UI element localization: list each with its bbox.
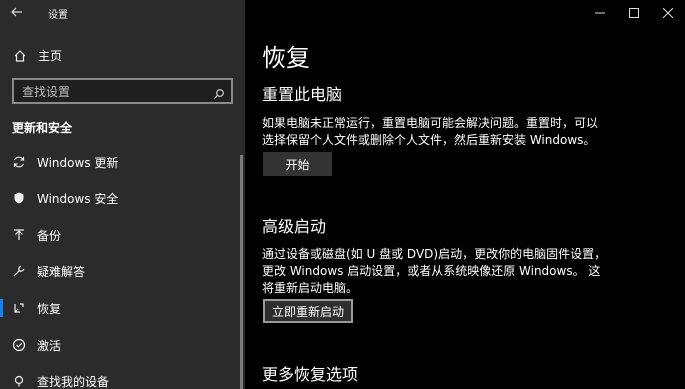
sidebar-item-find-my-device[interactable]: 查找我的设备: [0, 367, 238, 389]
page-title: 恢复: [262, 44, 310, 72]
sync-icon: [11, 154, 27, 170]
close-button[interactable]: [651, 0, 685, 26]
sidebar-item-label: 备份: [37, 228, 62, 243]
more-recovery-options-heading: 更多恢复选项: [262, 365, 359, 384]
sidebar-item-recovery[interactable]: 恢复: [0, 294, 238, 322]
advanced-startup-description: 通过设备或磁盘(如 U 盘或 DVD)启动，更改你的电脑固件设置，更改 Wind…: [262, 247, 607, 295]
sidebar-item-label: 疑难解答: [37, 264, 86, 279]
back-arrow-icon: [11, 7, 22, 17]
reset-heading: 重置此电脑: [262, 85, 343, 104]
active-indicator: [0, 299, 3, 317]
search-icon[interactable]: [213, 85, 225, 99]
search-input[interactable]: 查找设置: [12, 78, 233, 104]
minimize-button[interactable]: [583, 0, 617, 26]
close-icon: [663, 8, 673, 18]
maximize-icon: [629, 8, 639, 18]
sidebar-item-windows-update[interactable]: Windows 更新: [0, 148, 238, 176]
sidebar-item-troubleshoot[interactable]: 疑难解答: [0, 257, 238, 285]
restart-now-button[interactable]: 立即重新启动: [263, 299, 353, 323]
reset-description: 如果电脑未正常运行，重置电脑可能会解决问题。重置时，可以选择保留个人文件或删除个…: [262, 116, 599, 147]
sidebar: 设置 主页 查找设置 更新和安全 Windows 更新 Windows 安全 备…: [0, 0, 245, 389]
find-device-icon: [11, 373, 27, 389]
app-title: 设置: [48, 10, 68, 21]
sidebar-item-backup[interactable]: 备份: [0, 221, 238, 249]
home-label: 主页: [38, 48, 63, 63]
shield-icon: [11, 190, 27, 206]
sidebar-item-label: 查找我的设备: [37, 374, 110, 389]
sidebar-item-label: Windows 更新: [37, 155, 119, 170]
sidebar-item-label: 激活: [37, 338, 62, 353]
sidebar-item-home[interactable]: 主页: [0, 42, 245, 68]
home-icon: [13, 48, 27, 62]
search-placeholder: 查找设置: [22, 84, 71, 99]
start-button[interactable]: 开始: [263, 152, 332, 176]
minimize-icon: [595, 12, 605, 14]
sidebar-scrollbar[interactable]: [240, 155, 243, 389]
section-title: 更新和安全: [12, 121, 73, 135]
check-circle-icon: [11, 337, 27, 353]
recovery-icon: [11, 300, 27, 316]
main-content: 恢复 重置此电脑 如果电脑未正常运行，重置电脑可能会解决问题。重置时，可以选择保…: [245, 0, 685, 389]
window-controls: [583, 0, 685, 26]
advanced-startup-heading: 高级启动: [262, 217, 327, 236]
backup-icon: [11, 227, 27, 243]
maximize-button[interactable]: [617, 0, 651, 26]
wrench-icon: [11, 263, 27, 279]
back-button[interactable]: [10, 4, 28, 22]
sidebar-item-activation[interactable]: 激活: [0, 331, 238, 359]
sidebar-item-label: 恢复: [37, 301, 62, 316]
sidebar-item-label: Windows 安全: [37, 191, 119, 206]
sidebar-item-windows-security[interactable]: Windows 安全: [0, 184, 238, 212]
settings-window: 设置 主页 查找设置 更新和安全 Windows 更新 Windows 安全 备…: [0, 0, 685, 389]
